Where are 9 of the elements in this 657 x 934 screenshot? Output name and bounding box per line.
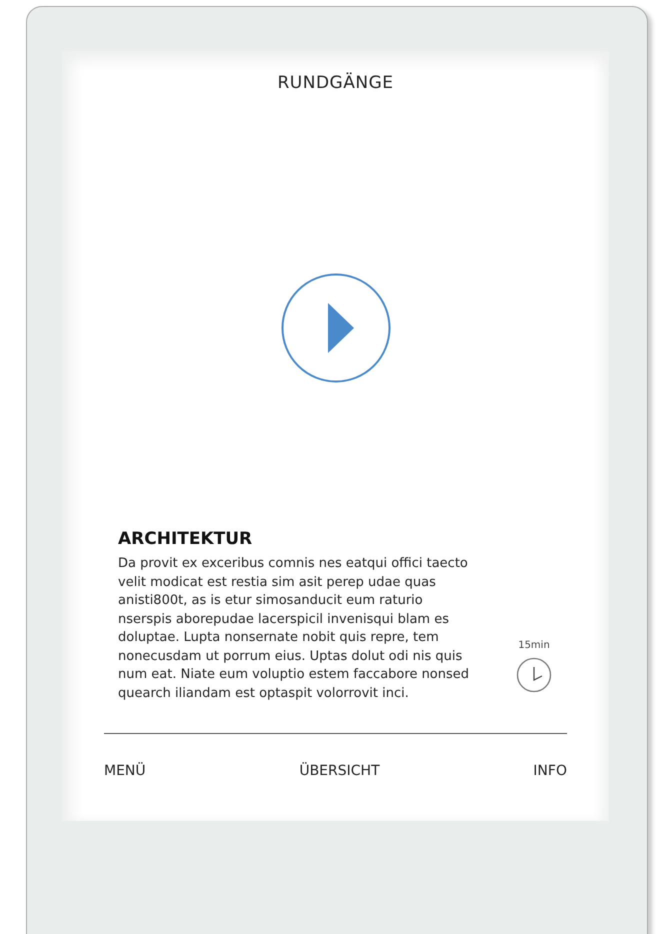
nav-link[interactable]: MENÜ bbox=[104, 763, 146, 779]
tour-heading: ARCHITEKTUR bbox=[118, 529, 254, 549]
tour-description: Da provit ex exceribus comnis nes eatqui offici taecto velit modicat est restia sim asit perep udae quas anisti800t, as is etur simosanducit eum raturio nserspis aborepudae lacerspicil invenisqui blam es doluptae. Lupta nonsernate nobit quis repre, tem nonecusdam ut porrum eius. Uptas dolut odi nis quis num eat. Niate eum voluptio estem faccabore nonsed quearch iliandam est optaspit volorrovit inci. bbox=[118, 555, 470, 702]
nav-link[interactable]: INFO bbox=[533, 763, 567, 779]
clock-icon bbox=[516, 657, 552, 693]
nav-link[interactable]: ÜBERSICHT bbox=[299, 763, 380, 779]
play-icon[interactable] bbox=[280, 273, 390, 383]
screen-title: RUNDGÄNGE bbox=[276, 73, 394, 95]
duration-label: 15min bbox=[518, 640, 550, 651]
